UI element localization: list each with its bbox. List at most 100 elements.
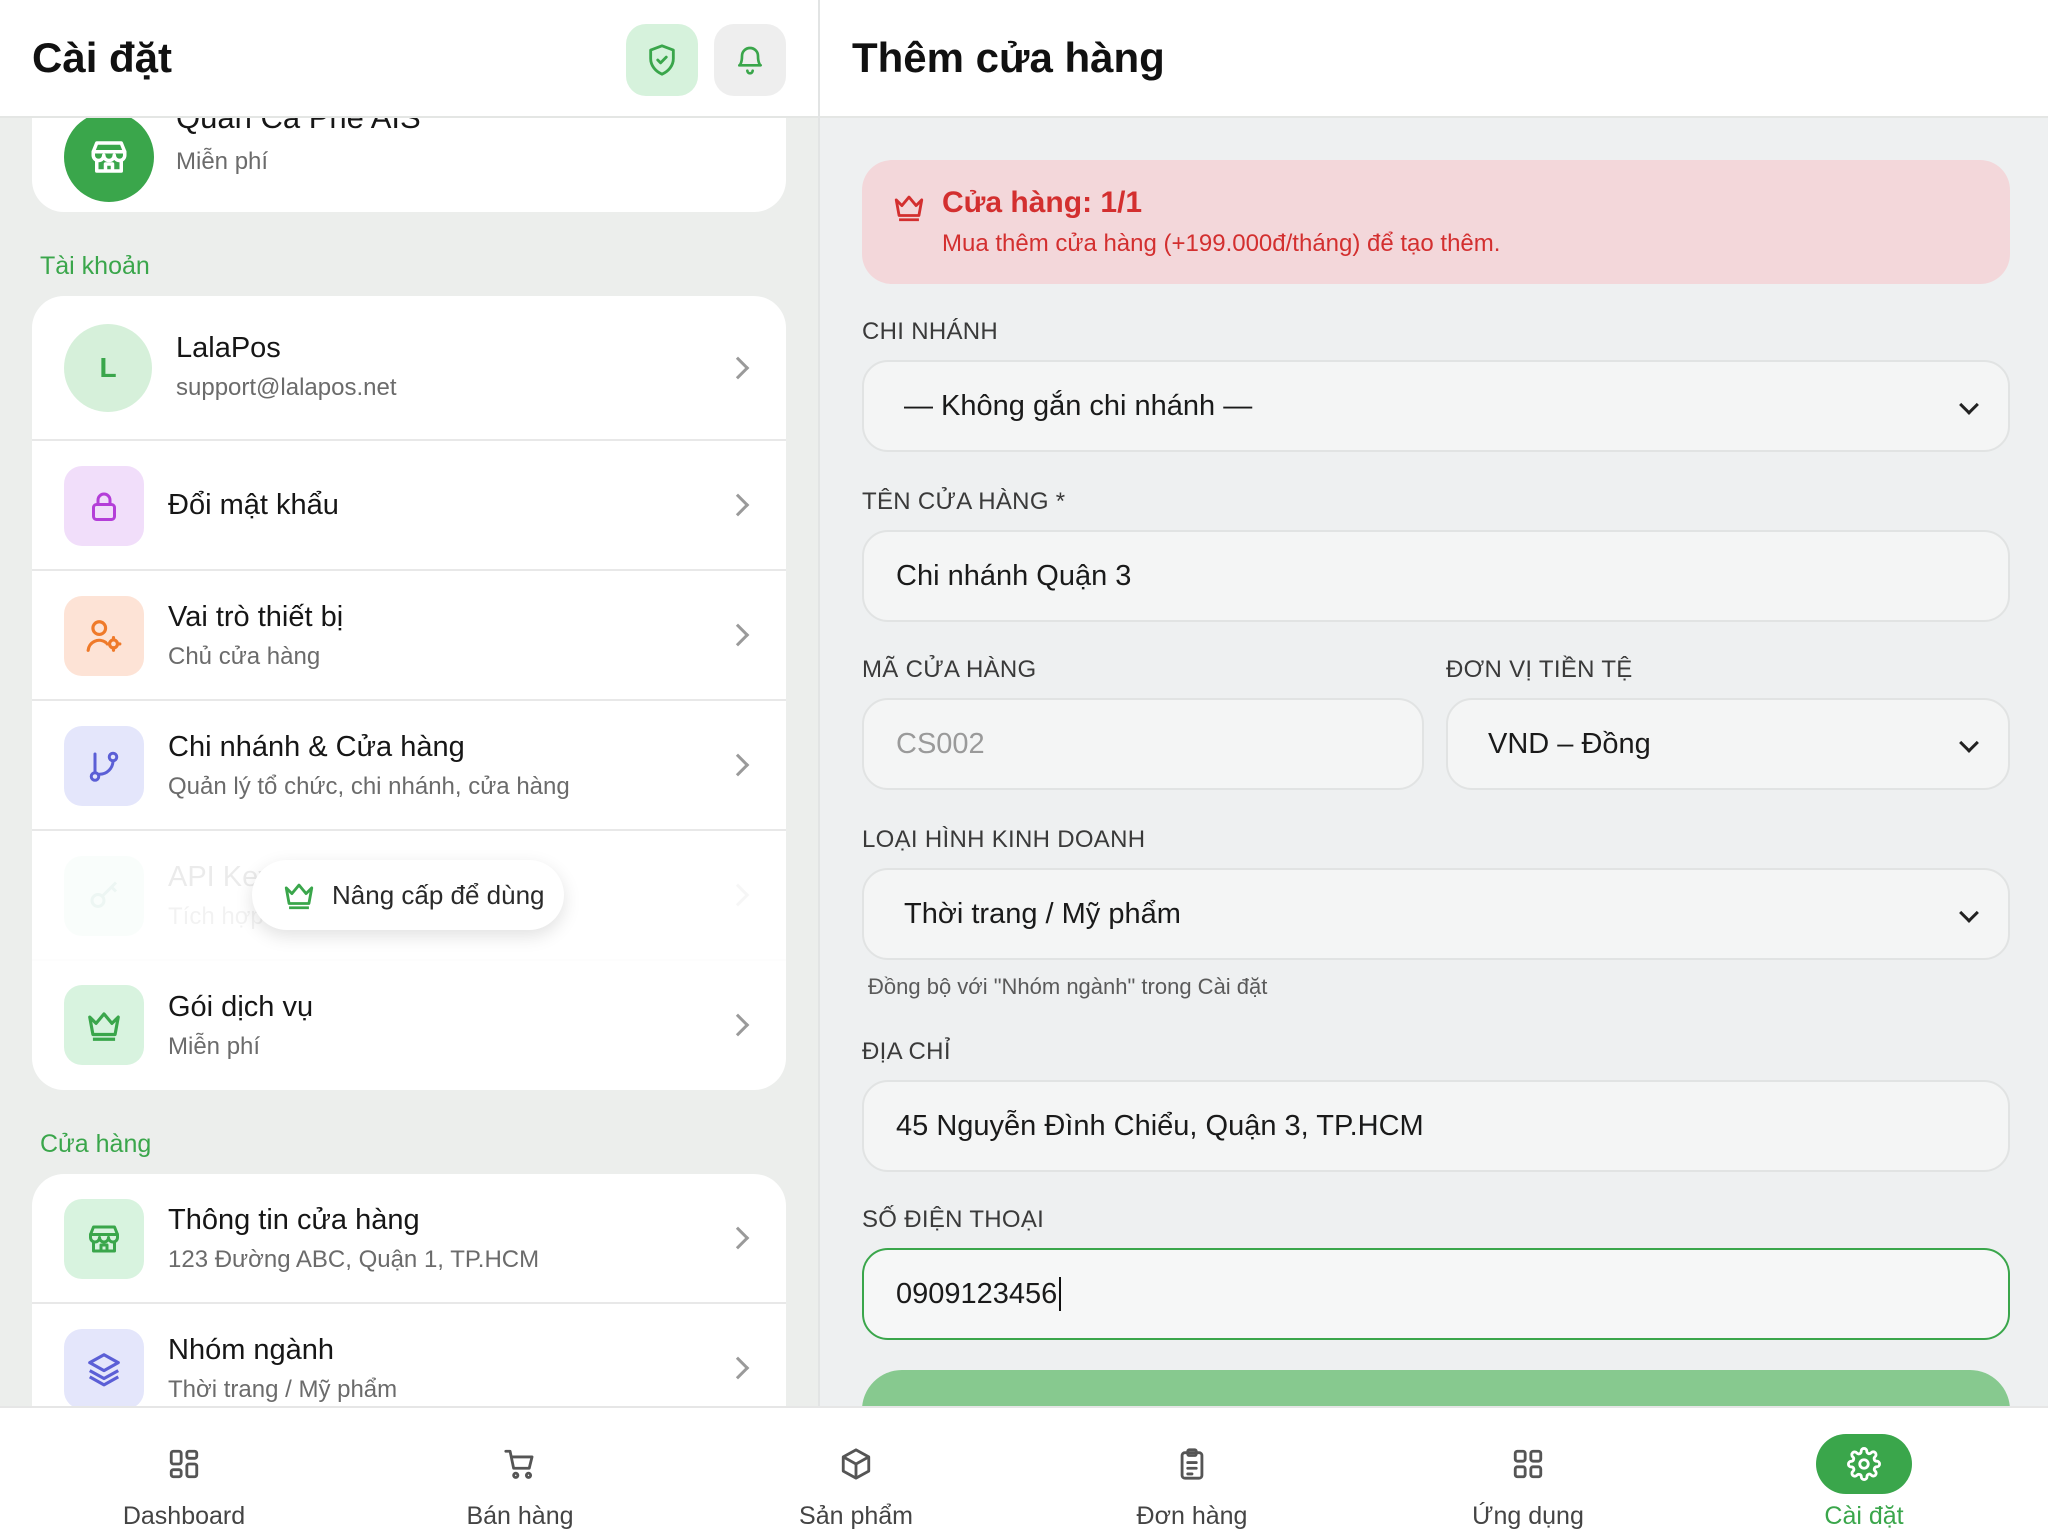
cart-icon <box>504 1449 534 1479</box>
settings-panel: Cài đặt Quán Cà Phê AIS Miễn phí Tài kho… <box>0 0 818 1406</box>
bottom-nav: Dashboard Bán hàng Sản phẩm Đơn hàng Ứng… <box>0 1406 2048 1536</box>
chevron-right-icon <box>726 1013 750 1037</box>
currency-value: VND – Đồng <box>1488 727 1651 760</box>
chevron-down-icon <box>1959 733 1979 753</box>
account-card: L LalaPos support@lalapos.net Đổi mật kh… <box>32 296 786 1090</box>
store-plan: Miễn phí <box>176 148 269 175</box>
layers-icon-wrap <box>64 1329 144 1406</box>
profile-email: support@lalapos.net <box>176 374 397 401</box>
clipboard-icon <box>1180 1448 1204 1480</box>
branch-label: CHI NHÁNH <box>862 318 999 345</box>
crown-icon <box>284 883 314 910</box>
branch-value: — Không gắn chi nhánh — <box>904 389 1253 422</box>
store-avatar <box>64 112 154 202</box>
store-info-row[interactable]: Thông tin cửa hàng 123 Đường ABC, Quận 1… <box>32 1174 786 1304</box>
nav-apps-label: Ứng dụng <box>1472 1502 1584 1530</box>
store-code-label: MÃ CỬA HÀNG <box>862 656 1037 683</box>
lock-icon <box>92 492 116 521</box>
crown-icon <box>894 195 924 222</box>
store-settings-card: Thông tin cửa hàng 123 Đường ABC, Quận 1… <box>32 1174 786 1406</box>
chevron-down-icon <box>1959 903 1979 923</box>
user-gear-icon-wrap <box>64 596 144 676</box>
chevron-right-icon <box>726 753 750 777</box>
address-input[interactable]: 45 Nguyễn Đình Chiểu, Quận 3, TP.HCM <box>862 1080 2010 1172</box>
chevron-right-icon <box>726 1226 750 1250</box>
store-code-placeholder: CS002 <box>896 727 985 760</box>
branch-icon-wrap <box>64 726 144 806</box>
settings-header: Cài đặt <box>0 0 818 118</box>
store-limit-alert: Cửa hàng: 1/1 Mua thêm cửa hàng (+199.00… <box>862 160 2010 284</box>
service-plan-row[interactable]: Gói dịch vụ Miễn phí <box>32 961 786 1090</box>
business-type-select[interactable]: Thời trang / Mỹ phẩm <box>862 868 2010 960</box>
nav-orders-icon-wrap <box>1144 1434 1240 1494</box>
grid-icon <box>169 1449 199 1479</box>
profile-name: LalaPos <box>176 332 281 364</box>
nav-products[interactable]: Sản phẩm <box>756 1408 956 1536</box>
currency-label: ĐƠN VỊ TIỀN TỆ <box>1446 656 1633 683</box>
nav-sales[interactable]: Bán hàng <box>420 1408 620 1536</box>
change-password-row[interactable]: Đổi mật khẩu <box>32 441 786 571</box>
text-cursor <box>1059 1277 1062 1311</box>
notifications-button[interactable] <box>714 24 786 96</box>
user-gear-icon <box>86 620 122 652</box>
nav-dashboard[interactable]: Dashboard <box>84 1408 284 1536</box>
nav-settings-icon-wrap <box>1816 1434 1912 1494</box>
store-info-title: Thông tin cửa hàng <box>168 1204 420 1236</box>
store-section-label: Cửa hàng <box>40 1130 152 1158</box>
security-button[interactable] <box>626 24 698 96</box>
service-plan-subtitle: Miễn phí <box>168 1033 261 1060</box>
branch-select[interactable]: — Không gắn chi nhánh — <box>862 360 2010 452</box>
store-code-input[interactable]: CS002 <box>862 698 1424 790</box>
apps-icon <box>1513 1449 1543 1479</box>
nav-dashboard-icon-wrap <box>136 1434 232 1494</box>
branch-store-row[interactable]: Chi nhánh & Cửa hàng Quản lý tổ chức, ch… <box>32 701 786 831</box>
nav-apps[interactable]: Ứng dụng <box>1428 1408 1628 1536</box>
phone-value: 0909123456 <box>896 1277 1058 1310</box>
chevron-right-icon <box>726 883 750 907</box>
store-icon-wrap <box>64 1199 144 1279</box>
add-store-panel: Thêm cửa hàng Cửa hàng: 1/1 Mua thêm cửa… <box>818 0 2048 1406</box>
industry-row[interactable]: Nhóm ngành Thời trang / Mỹ phẩm <box>32 1304 786 1406</box>
address-label: ĐỊA CHỈ <box>862 1038 951 1065</box>
shield-icon <box>649 44 675 76</box>
nav-settings-label: Cài đặt <box>1824 1502 1904 1530</box>
bell-icon <box>738 46 762 75</box>
nav-dashboard-label: Dashboard <box>122 1502 246 1530</box>
lock-icon-wrap <box>64 466 144 546</box>
gear-icon <box>1847 1447 1881 1481</box>
nav-orders[interactable]: Đơn hàng <box>1092 1408 1292 1536</box>
submit-button[interactable] <box>862 1370 2010 1406</box>
upgrade-button[interactable]: Nâng cấp để dùng <box>252 860 564 930</box>
account-section-label: Tài khoản <box>40 252 150 280</box>
phone-input[interactable]: 0909123456 <box>862 1248 2010 1340</box>
add-store-header: Thêm cửa hàng <box>820 0 2048 118</box>
currency-select[interactable]: VND – Đồng <box>1446 698 2010 790</box>
store-info-subtitle: 123 Đường ABC, Quận 1, TP.HCM <box>168 1246 540 1273</box>
crown-icon-wrap <box>64 985 144 1065</box>
alert-message: Mua thêm cửa hàng (+199.000đ/tháng) để t… <box>942 230 1501 257</box>
nav-orders-label: Đơn hàng <box>1136 1502 1248 1530</box>
store-name-value: Chi nhánh Quận 3 <box>896 559 1132 592</box>
chevron-down-icon <box>1959 395 1979 415</box>
store-name-input[interactable]: Chi nhánh Quận 3 <box>862 530 2010 622</box>
layers-icon <box>88 1353 120 1387</box>
branch-store-subtitle: Quản lý tổ chức, chi nhánh, cửa hàng <box>168 773 570 800</box>
box-icon <box>841 1448 871 1480</box>
api-key-subtitle: Tích hợp <box>168 903 264 930</box>
page-title: Cài đặt <box>32 34 173 81</box>
nav-products-icon-wrap <box>808 1434 904 1494</box>
chevron-right-icon <box>726 356 750 380</box>
upgrade-label: Nâng cấp để dùng <box>332 879 545 910</box>
store-icon <box>91 141 127 173</box>
device-role-row[interactable]: Vai trò thiết bị Chủ cửa hàng <box>32 571 786 701</box>
crown-icon <box>88 1012 120 1041</box>
key-icon-wrap <box>64 856 144 936</box>
nav-settings[interactable]: Cài đặt <box>1764 1408 1964 1536</box>
profile-row[interactable]: L LalaPos support@lalapos.net <box>32 296 786 441</box>
business-type-value: Thời trang / Mỹ phẩm <box>904 897 1181 930</box>
store-icon <box>89 1225 119 1253</box>
store-name-label: TÊN CỬA HÀNG * <box>862 488 1066 515</box>
change-password-title: Đổi mật khẩu <box>168 489 339 521</box>
alert-title: Cửa hàng: 1/1 <box>942 186 1143 219</box>
industry-title: Nhóm ngành <box>168 1334 335 1366</box>
